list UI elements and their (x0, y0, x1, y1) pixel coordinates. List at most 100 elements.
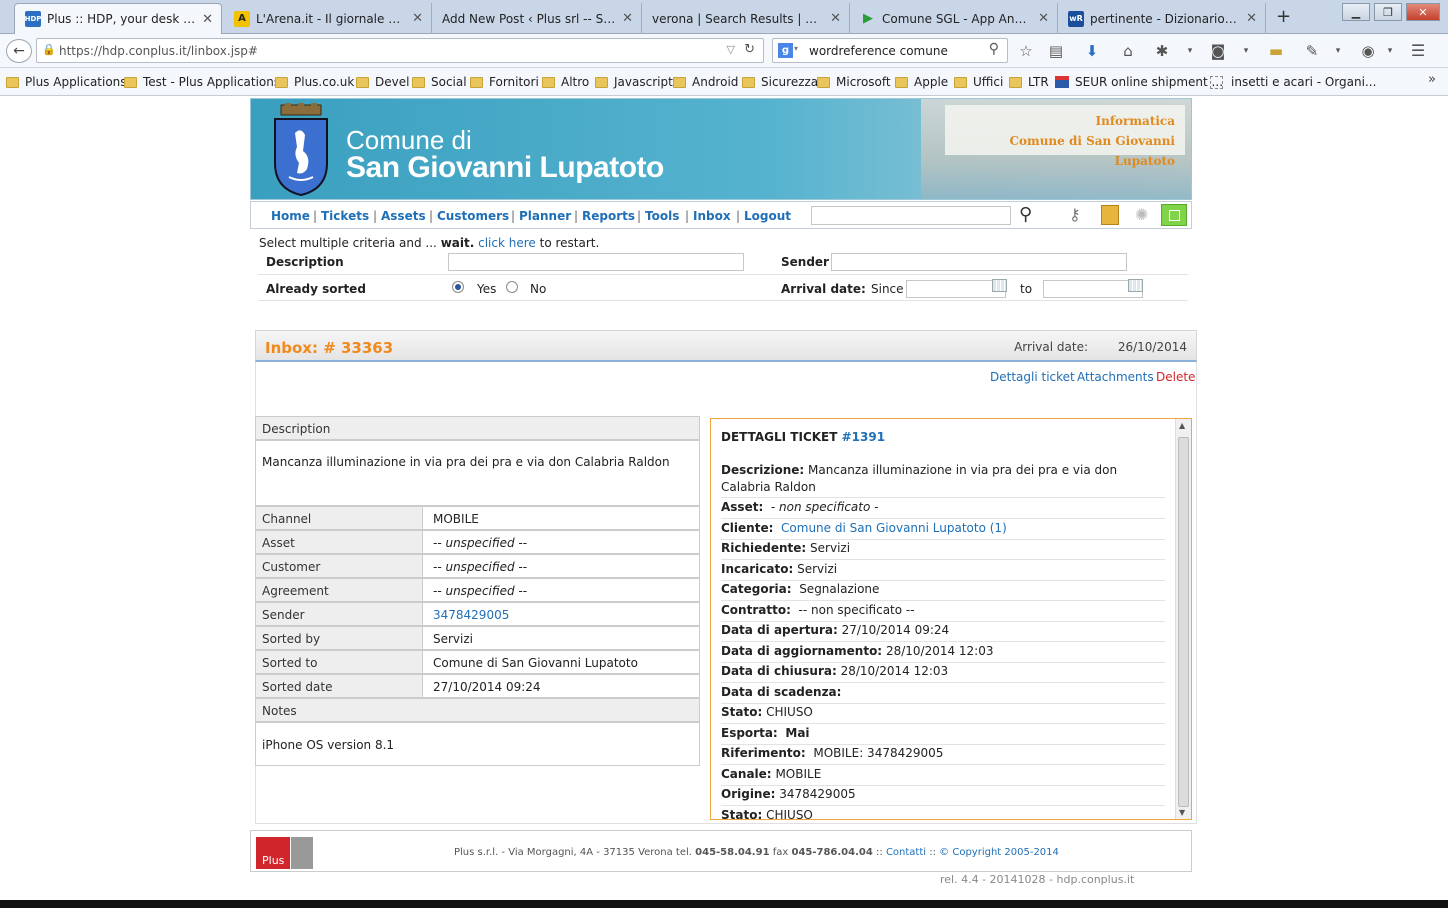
plus-logo: Plus (256, 837, 313, 869)
ticket-number-link[interactable]: #1391 (842, 430, 885, 444)
close-tab-icon[interactable]: ✕ (1246, 11, 1257, 26)
extension-circle-icon[interactable]: ◉ (1358, 42, 1378, 60)
google-icon[interactable]: g (778, 43, 793, 58)
bookmark-item[interactable]: Apple (895, 75, 948, 89)
menu-logout[interactable]: Logout (744, 209, 791, 223)
bookmark-item[interactable]: SEUR online shipment ... (1055, 75, 1223, 89)
chevron-right-icon[interactable]: » (1428, 72, 1436, 87)
delete-link[interactable]: Delete (1156, 370, 1195, 384)
scrollbar-thumb[interactable] (1178, 437, 1189, 807)
bookmark-item[interactable]: Android (673, 75, 738, 89)
url-bar[interactable]: 🔒 https://hdp.conplus.it/linbox.jsp# ▽ ↻ (36, 38, 764, 63)
menu-inbox[interactable]: Inbox (693, 209, 731, 223)
bookmark-item[interactable]: Fornitori (470, 75, 539, 89)
bookmarks-list-icon[interactable]: ▤ (1046, 42, 1066, 60)
tab-verona-search[interactable]: verona | Search Results | Plus sr... ✕ (642, 3, 850, 34)
bookmark-item[interactable]: Test - Plus Applications (124, 75, 280, 89)
menu-tickets[interactable]: Tickets (321, 209, 369, 223)
sender-filter-label: Sender (781, 255, 829, 269)
status-toggle-icon[interactable] (1161, 204, 1187, 226)
description-filter-input[interactable] (448, 253, 744, 271)
ticket-details-link[interactable]: Dettagli ticket (990, 370, 1075, 384)
close-window-icon[interactable]: ✕ (1406, 3, 1440, 21)
bookmark-item[interactable]: Uffici (954, 75, 1003, 89)
bookmark-item[interactable]: Devel (356, 75, 409, 89)
folder-icon (356, 76, 369, 88)
bookmark-item[interactable]: Plus Applications (6, 75, 127, 89)
download-icon[interactable]: ⬇ (1082, 42, 1102, 60)
main-menu-bar: Home | Tickets | Assets | Customers | Pl… (250, 201, 1192, 229)
bookmark-item[interactable]: Social (412, 75, 467, 89)
back-arrow-icon[interactable]: ← (6, 39, 32, 63)
scroll-up-icon[interactable]: ▲ (1179, 421, 1185, 430)
tab-wordreference[interactable]: wR pertinente - Dizionario itali... ✕ (1058, 3, 1266, 34)
tab-comune-sgl-app[interactable]: ▶ Comune SGL - App Androi... ✕ (850, 3, 1058, 34)
dropdown-arrow-icon[interactable]: ▽ (727, 43, 735, 56)
search-icon[interactable]: ⚲ (1019, 204, 1032, 225)
bookmark-item[interactable]: Altro (542, 75, 589, 89)
bookmark-item[interactable]: Plus.co.uk (275, 75, 354, 89)
arrival-since-input[interactable] (906, 280, 1006, 298)
tab-add-new-post[interactable]: Add New Post ‹ Plus srl -- Soft... ✕ (432, 3, 642, 34)
ticket-panel-scrollbar[interactable]: ▲ ▼ (1175, 419, 1191, 819)
search-icon[interactable]: ⚲ (989, 41, 999, 57)
chevron-down-icon[interactable]: ▾ (1236, 42, 1256, 60)
larena-favicon-icon: A (234, 10, 250, 27)
plus-logo-text: Plus (262, 854, 285, 867)
browser-search-box[interactable]: g ▾ wordreference comune ⚲ (772, 38, 1008, 63)
addon-icon[interactable]: ✱ (1152, 42, 1172, 60)
attachments-link[interactable]: Attachments (1077, 370, 1154, 384)
chevron-down-icon[interactable]: ▾ (1380, 42, 1400, 60)
menu-assets[interactable]: Assets (381, 209, 426, 223)
calendar-icon[interactable] (1128, 279, 1143, 292)
wordreference-favicon-icon: wR (1068, 10, 1084, 27)
menu-planner[interactable]: Planner (519, 209, 571, 223)
tab-plus-hdp[interactable]: HDP Plus :: HDP, your desk nee... ✕ (14, 3, 222, 34)
keys-icon[interactable]: ⚷ (1069, 205, 1081, 224)
bookmark-star-icon[interactable]: ☆ (1016, 42, 1036, 60)
close-tab-icon[interactable]: ✕ (202, 12, 213, 27)
sorted-yes-radio[interactable] (452, 281, 464, 293)
close-tab-icon[interactable]: ✕ (622, 11, 633, 26)
bookmark-item[interactable]: Microsoft (817, 75, 891, 89)
close-tab-icon[interactable]: ✕ (830, 11, 841, 26)
seur-favicon-icon (1055, 76, 1069, 88)
copyright-link[interactable]: © Copyright 2005-2014 (939, 847, 1059, 858)
bookmark-item[interactable]: LTR (1009, 75, 1049, 89)
chevron-down-icon[interactable]: ▾ (794, 44, 798, 53)
bookmark-item[interactable]: insetti e acari - Organi... (1210, 75, 1376, 89)
restore-icon[interactable]: ❐ (1374, 3, 1402, 21)
camera-icon[interactable]: ◙ (1208, 42, 1228, 60)
close-tab-icon[interactable]: ✕ (412, 11, 423, 26)
contacts-link[interactable]: Contatti (886, 847, 926, 858)
clipboard-icon[interactable] (1101, 205, 1119, 225)
menu-reports[interactable]: Reports (582, 209, 635, 223)
cliente-link[interactable]: Comune di San Giovanni Lupatoto (1) (781, 521, 1007, 535)
menu-icon[interactable]: ☰ (1408, 42, 1428, 60)
ticket-row-riferimento: Riferimento: MOBILE: 3478429005 (721, 745, 1165, 765)
close-tab-icon[interactable]: ✕ (1038, 11, 1049, 26)
chevron-down-icon[interactable]: ▾ (1180, 42, 1200, 60)
home-icon[interactable]: ⌂ (1118, 42, 1138, 60)
reload-icon[interactable]: ↻ (744, 42, 755, 57)
menu-home[interactable]: Home (271, 209, 310, 223)
calendar-icon[interactable] (992, 279, 1007, 292)
bookmark-item[interactable]: Javascript (595, 75, 673, 89)
bookmark-item[interactable]: Sicurezza (742, 75, 818, 89)
menu-tools[interactable]: Tools (645, 209, 679, 223)
sender-value-link[interactable]: 3478429005 (422, 602, 700, 626)
folder-icon (673, 76, 686, 88)
sorted-no-radio[interactable] (506, 281, 518, 293)
folder-addon-icon[interactable]: ▬ (1266, 42, 1286, 60)
sender-filter-input[interactable] (831, 253, 1127, 271)
agreement-label: Agreement (255, 578, 423, 602)
new-tab-icon[interactable]: + (1276, 6, 1291, 27)
restart-link[interactable]: click here (478, 236, 536, 250)
pencil-icon[interactable]: ✎ (1302, 42, 1322, 60)
quick-search-input[interactable] (811, 206, 1011, 225)
scroll-down-icon[interactable]: ▼ (1179, 808, 1185, 817)
chevron-down-icon[interactable]: ▾ (1328, 42, 1348, 60)
minimize-icon[interactable]: ▁ (1342, 3, 1370, 21)
menu-customers[interactable]: Customers (437, 209, 509, 223)
tab-larena[interactable]: A L'Arena.it - Il giornale di V... ✕ (224, 3, 432, 34)
